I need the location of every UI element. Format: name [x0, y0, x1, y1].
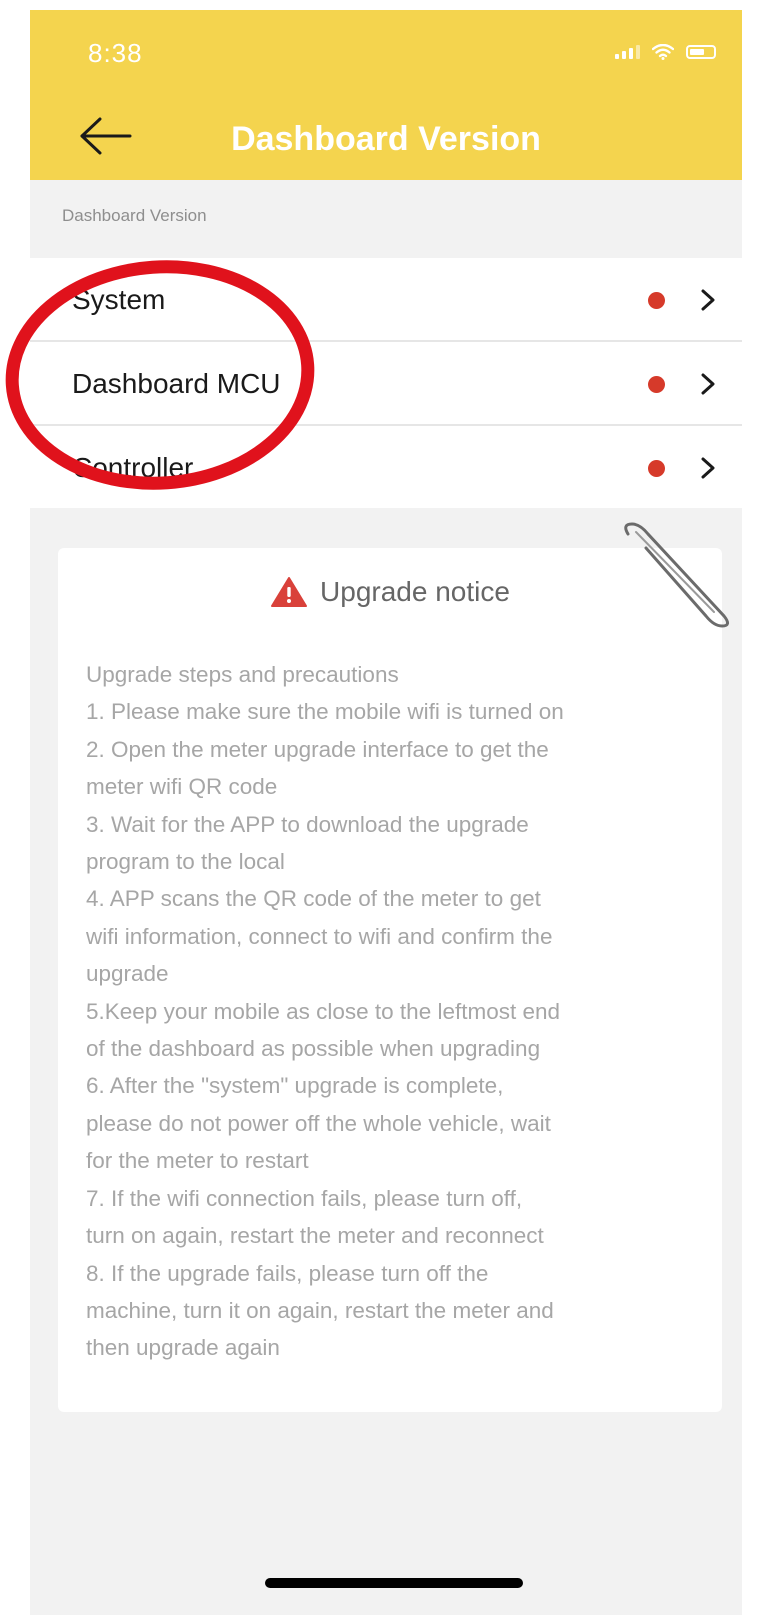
notice-line: 3. Wait for the APP to download the upgr… — [86, 811, 529, 837]
chevron-right-icon — [701, 373, 715, 395]
menu-item-label: Dashboard MCU — [72, 368, 281, 399]
update-badge — [648, 376, 665, 393]
menu-item-label: System — [72, 284, 166, 315]
page-title: Dashboard Version — [231, 120, 541, 158]
notice-line: meter wifi QR code — [86, 774, 278, 800]
upgrade-notice-card: Upgrade notice Upgrade steps and precaut… — [58, 548, 722, 1412]
notice-line: 5.Keep your mobile as close to the leftm… — [86, 998, 561, 1024]
menu-item-system[interactable]: System — [30, 258, 742, 342]
notice-line: 7. If the wifi connection fails, please … — [86, 1185, 523, 1211]
notice-line: 1. Please make sure the mobile wifi is t… — [86, 699, 564, 725]
section-label: Dashboard Version — [62, 206, 207, 225]
notice-line: upgrade — [86, 961, 169, 987]
menu-item-controller[interactable]: Controller — [30, 426, 742, 508]
notice-line: machine, turn it on again, restart the m… — [86, 1297, 554, 1323]
version-menu-list: System Dashboard MCU Controller — [30, 258, 742, 508]
wifi-icon — [652, 44, 674, 60]
notice-line: of the dashboard as possible when upgrad… — [86, 1036, 541, 1062]
menu-item-label: Controller — [72, 452, 194, 483]
app-header: 8:38 Dashboard Version — [30, 10, 742, 180]
warning-triangle-icon — [271, 577, 308, 607]
notice-line: 2. Open the meter upgrade interface to g… — [86, 736, 549, 762]
notice-line: program to the local — [86, 849, 285, 875]
notice-line: please do not power off the whole vehicl… — [86, 1110, 551, 1136]
update-badge — [648, 460, 665, 477]
notice-line: 8. If the upgrade fails, please turn off… — [86, 1260, 489, 1286]
notice-line: Upgrade steps and precautions — [86, 662, 399, 687]
notice-title: Upgrade notice — [320, 576, 510, 607]
notice-line: 6. After the "system" upgrade is complet… — [86, 1073, 504, 1099]
battery-icon — [686, 45, 716, 59]
notice-line: 4. APP scans the QR code of the meter to… — [86, 886, 541, 912]
status-icons — [615, 44, 716, 60]
home-indicator — [265, 1578, 523, 1588]
app-screen: 8:38 Dashboard Version Dashboard Version… — [30, 10, 742, 1615]
update-badge — [648, 292, 665, 309]
notice-body: Upgrade steps and precautions 1. Please … — [86, 656, 706, 1367]
status-time: 8:38 — [88, 38, 143, 68]
notice-line: turn on again, restart the meter and rec… — [86, 1223, 544, 1249]
menu-item-dashboard-mcu[interactable]: Dashboard MCU — [30, 342, 742, 426]
signal-icon — [615, 45, 640, 59]
notice-line: for the meter to restart — [86, 1148, 309, 1174]
chevron-right-icon — [701, 289, 715, 311]
notice-header: Upgrade notice — [58, 576, 722, 608]
notice-line: then upgrade again — [86, 1335, 280, 1361]
notice-line: wifi information, connect to wifi and co… — [86, 923, 553, 949]
chevron-right-icon — [701, 457, 715, 479]
